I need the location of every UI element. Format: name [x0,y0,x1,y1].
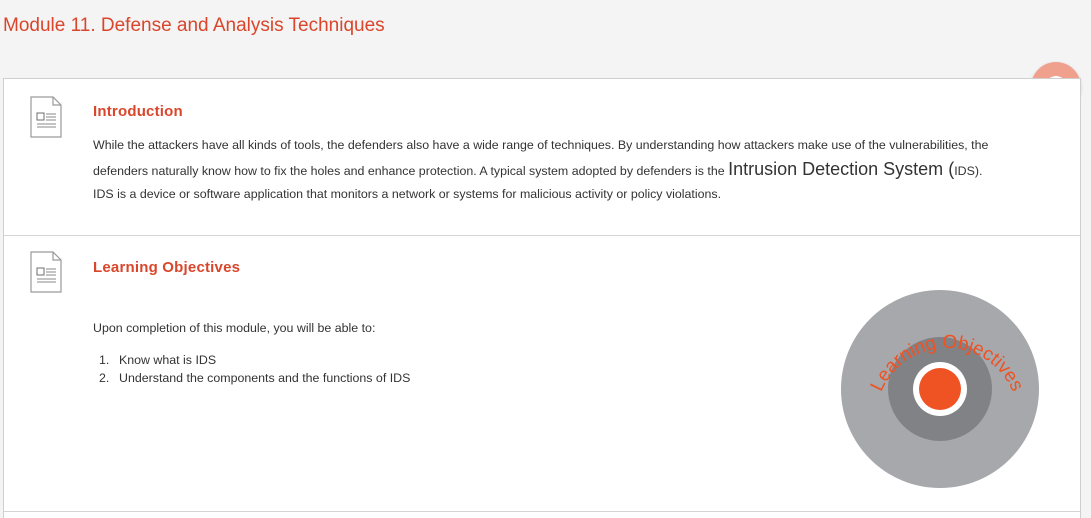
list-item-text: Understand the components and the functi… [119,371,411,385]
intro-paren: ( [943,158,955,179]
learning-objectives-heading: Learning Objectives [93,259,241,276]
list-item: 1. Know what is IDS [99,351,410,369]
learning-objectives-section: Learning Objectives Upon completion of t… [4,236,1080,512]
target-icon: Learning Objectives [841,290,1039,488]
intro-highlight-term: Intrusion Detection System [728,158,944,179]
introduction-text: While the attackers have all kinds of to… [93,134,993,207]
intro-abbrev: IDS [954,163,975,178]
list-item-number: 1. [99,353,110,367]
document-icon [30,251,62,293]
module-title: Module 11. Defense and Analysis Techniqu… [3,15,385,36]
introduction-section: Introduction While the attackers have al… [4,79,1080,236]
introduction-heading: Introduction [93,103,183,120]
document-icon [30,96,62,138]
objectives-lead: Upon completion of this module, you will… [93,321,376,335]
module-content: Introduction While the attackers have al… [3,78,1081,518]
list-item: 2. Understand the components and the func… [99,369,410,387]
objectives-list: 1. Know what is IDS 2. Understand the comp… [99,351,410,387]
target-center [919,368,961,410]
list-item-number: 2. [99,371,110,385]
list-item-text: Know what is IDS [119,353,217,367]
